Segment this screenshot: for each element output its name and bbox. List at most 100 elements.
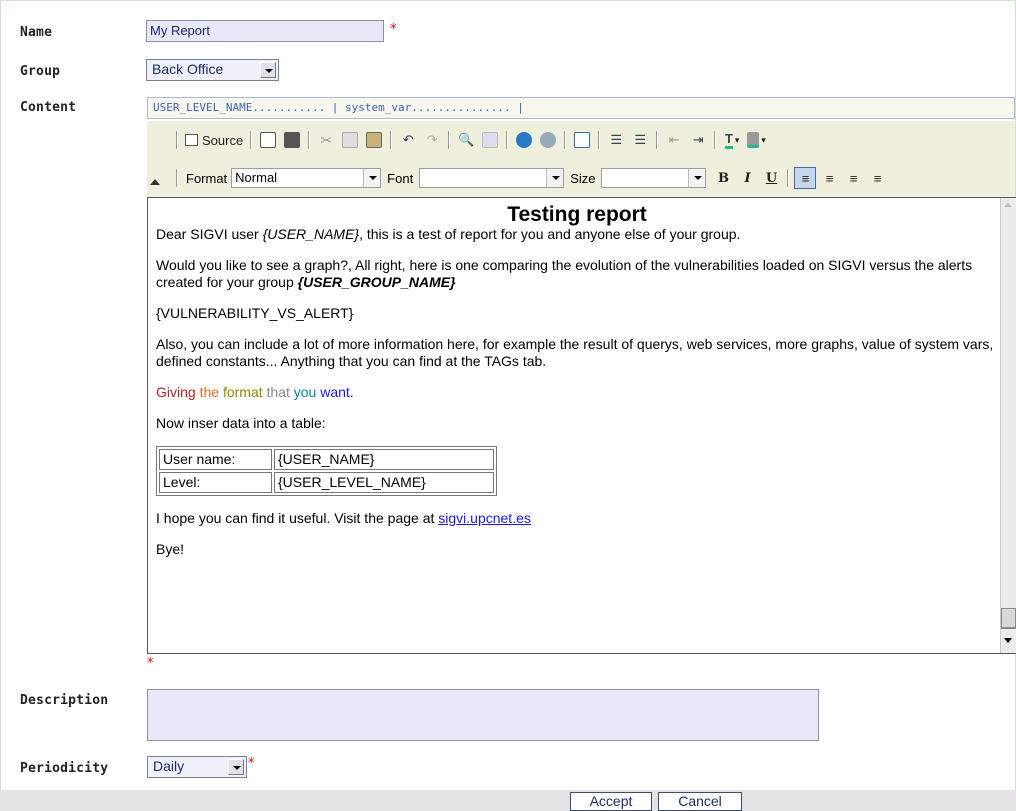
colored-word: want. [320, 384, 354, 400]
chevron-down-icon[interactable] [363, 169, 381, 187]
data-table: User name: {USER_NAME} Level: {USER_LEVE… [156, 446, 497, 496]
paragraph-vuln-var: {VULNERABILITY_VS_ALERT} [156, 305, 354, 321]
font-label: Font [387, 170, 414, 186]
redo-button[interactable]: ↷ [421, 129, 443, 151]
cancel-button[interactable]: Cancel [658, 792, 742, 811]
text-color-icon: T [724, 131, 733, 149]
greeting-text: Dear SIGVI user [156, 226, 263, 242]
align-right-icon: ≡ [849, 170, 858, 186]
toolbar-separator [787, 169, 790, 187]
paragraph-table-intro: Now inser data into a table: [156, 415, 326, 431]
scroll-up-icon[interactable] [1001, 198, 1016, 213]
align-justify-button[interactable]: ≡ [866, 167, 888, 189]
scrollbar-thumb[interactable] [1001, 608, 1016, 628]
chevron-down-icon: ▾ [734, 134, 740, 145]
table-row: Level: {USER_LEVEL_NAME} [159, 472, 494, 493]
paragraph-link: I hope you can find it useful. Visit the… [156, 510, 998, 527]
description-textarea[interactable] [147, 689, 819, 741]
link-button[interactable] [513, 129, 535, 151]
text-color-button[interactable]: T ▾ [721, 129, 743, 151]
periodicity-label: Periodicity [20, 761, 109, 776]
toolbar-separator [598, 131, 601, 149]
replace-button[interactable] [479, 129, 501, 151]
align-right-button[interactable]: ≡ [842, 167, 864, 189]
cut-button[interactable]: ✂ [315, 129, 337, 151]
paragraph-info: Also, you can include a lot of more info… [156, 336, 994, 369]
outdent-icon: ⇤ [668, 132, 680, 147]
toolbar-separator [564, 131, 567, 149]
toolbar-separator [448, 131, 451, 149]
table-row: User name: {USER_NAME} [159, 449, 494, 470]
chevron-down-icon[interactable] [260, 62, 276, 78]
binoculars-icon: 🔍 [458, 132, 475, 147]
print-icon [284, 132, 301, 148]
align-center-button[interactable]: ≡ [818, 167, 840, 189]
group-label: Group [20, 64, 61, 79]
periodicity-select[interactable]: Daily [147, 756, 247, 778]
editor-content[interactable]: Testing report Dear SIGVI user {USER_NAM… [156, 198, 998, 653]
undo-button[interactable]: ↶ [397, 129, 419, 151]
font-select[interactable] [419, 168, 565, 188]
table-cell: {USER_LEVEL_NAME} [274, 472, 494, 493]
sigvi-link[interactable]: sigvi.upcnet.es [438, 510, 531, 526]
numbered-list-icon: ☰ [610, 132, 623, 147]
toolbar-separator [390, 131, 393, 149]
bulleted-list-button[interactable]: ☰ [629, 129, 651, 151]
accept-button[interactable]: Accept [570, 792, 652, 811]
user-group-var: {USER_GROUP_NAME} [297, 274, 456, 290]
bold-button[interactable]: B [712, 167, 734, 189]
unlink-button[interactable] [537, 129, 559, 151]
scroll-down-icon[interactable] [1001, 628, 1016, 652]
outdent-button[interactable]: ⇤ [663, 129, 685, 151]
table-button[interactable] [571, 129, 593, 151]
paragraph-graph: Would you like to see a graph?, All righ… [156, 257, 998, 291]
size-select[interactable] [601, 168, 707, 188]
toolbar-separator [506, 131, 509, 149]
colored-word: format [222, 384, 263, 400]
source-button[interactable]: Source [183, 129, 245, 151]
format-select[interactable]: Normal [231, 168, 382, 188]
chevron-down-icon[interactable] [546, 169, 564, 187]
group-select[interactable]: Back Office [146, 59, 279, 81]
graph-text: Would you like to see a graph?, All righ… [156, 257, 973, 290]
tag-bar[interactable]: USER_LEVEL_NAME........... | system_var.… [147, 97, 1015, 119]
preview-button[interactable] [257, 129, 279, 151]
paste-button[interactable] [363, 129, 385, 151]
chevron-down-icon[interactable] [228, 759, 244, 775]
print-button[interactable] [281, 129, 303, 151]
periodicity-select-value: Daily [153, 758, 185, 774]
size-label: Size [570, 170, 596, 186]
redo-icon: ↷ [426, 132, 438, 147]
toolbar-collapse-icon[interactable] [150, 179, 160, 185]
report-form: Name My Report * Group Back Office Conte… [0, 0, 1016, 811]
format-select-value: Normal [235, 170, 278, 185]
background-color-button[interactable]: ▾ [745, 129, 768, 151]
greeting-text-end: , this is a test of report for you and a… [359, 226, 741, 242]
toolbar-separator [308, 131, 311, 149]
align-left-button[interactable]: ≡ [794, 167, 817, 189]
name-input[interactable]: My Report [146, 20, 384, 42]
toolbar-row-2: Format Normal Font Size B I U ≡ ≡ ≡ ≡ [172, 165, 889, 191]
indent-button[interactable]: ⇥ [687, 129, 709, 151]
colored-word: that [266, 384, 290, 400]
colored-word: the [199, 384, 220, 400]
source-icon [185, 134, 198, 146]
numbered-list-button[interactable]: ☰ [605, 129, 627, 151]
chevron-down-icon[interactable] [688, 169, 706, 187]
table-icon [574, 132, 591, 148]
editor-scrollbar[interactable] [1000, 198, 1016, 653]
content-label: Content [20, 100, 77, 115]
italic-button[interactable]: I [736, 167, 758, 189]
toolbar-separator [176, 169, 178, 187]
find-button[interactable]: 🔍 [455, 129, 477, 151]
link-intro-text: I hope you can find it useful. Visit the… [156, 510, 439, 526]
rich-text-editor[interactable]: Testing report Dear SIGVI user {USER_NAM… [147, 197, 1016, 654]
indent-icon: ⇥ [692, 132, 704, 147]
report-title: Testing report [507, 203, 647, 226]
toolbar-separator [250, 131, 253, 149]
copy-button[interactable] [339, 129, 361, 151]
toolbar-separator [714, 131, 717, 149]
align-left-icon: ≡ [801, 170, 810, 186]
table-cell: {USER_NAME} [274, 449, 494, 470]
underline-button[interactable]: U [760, 167, 782, 189]
